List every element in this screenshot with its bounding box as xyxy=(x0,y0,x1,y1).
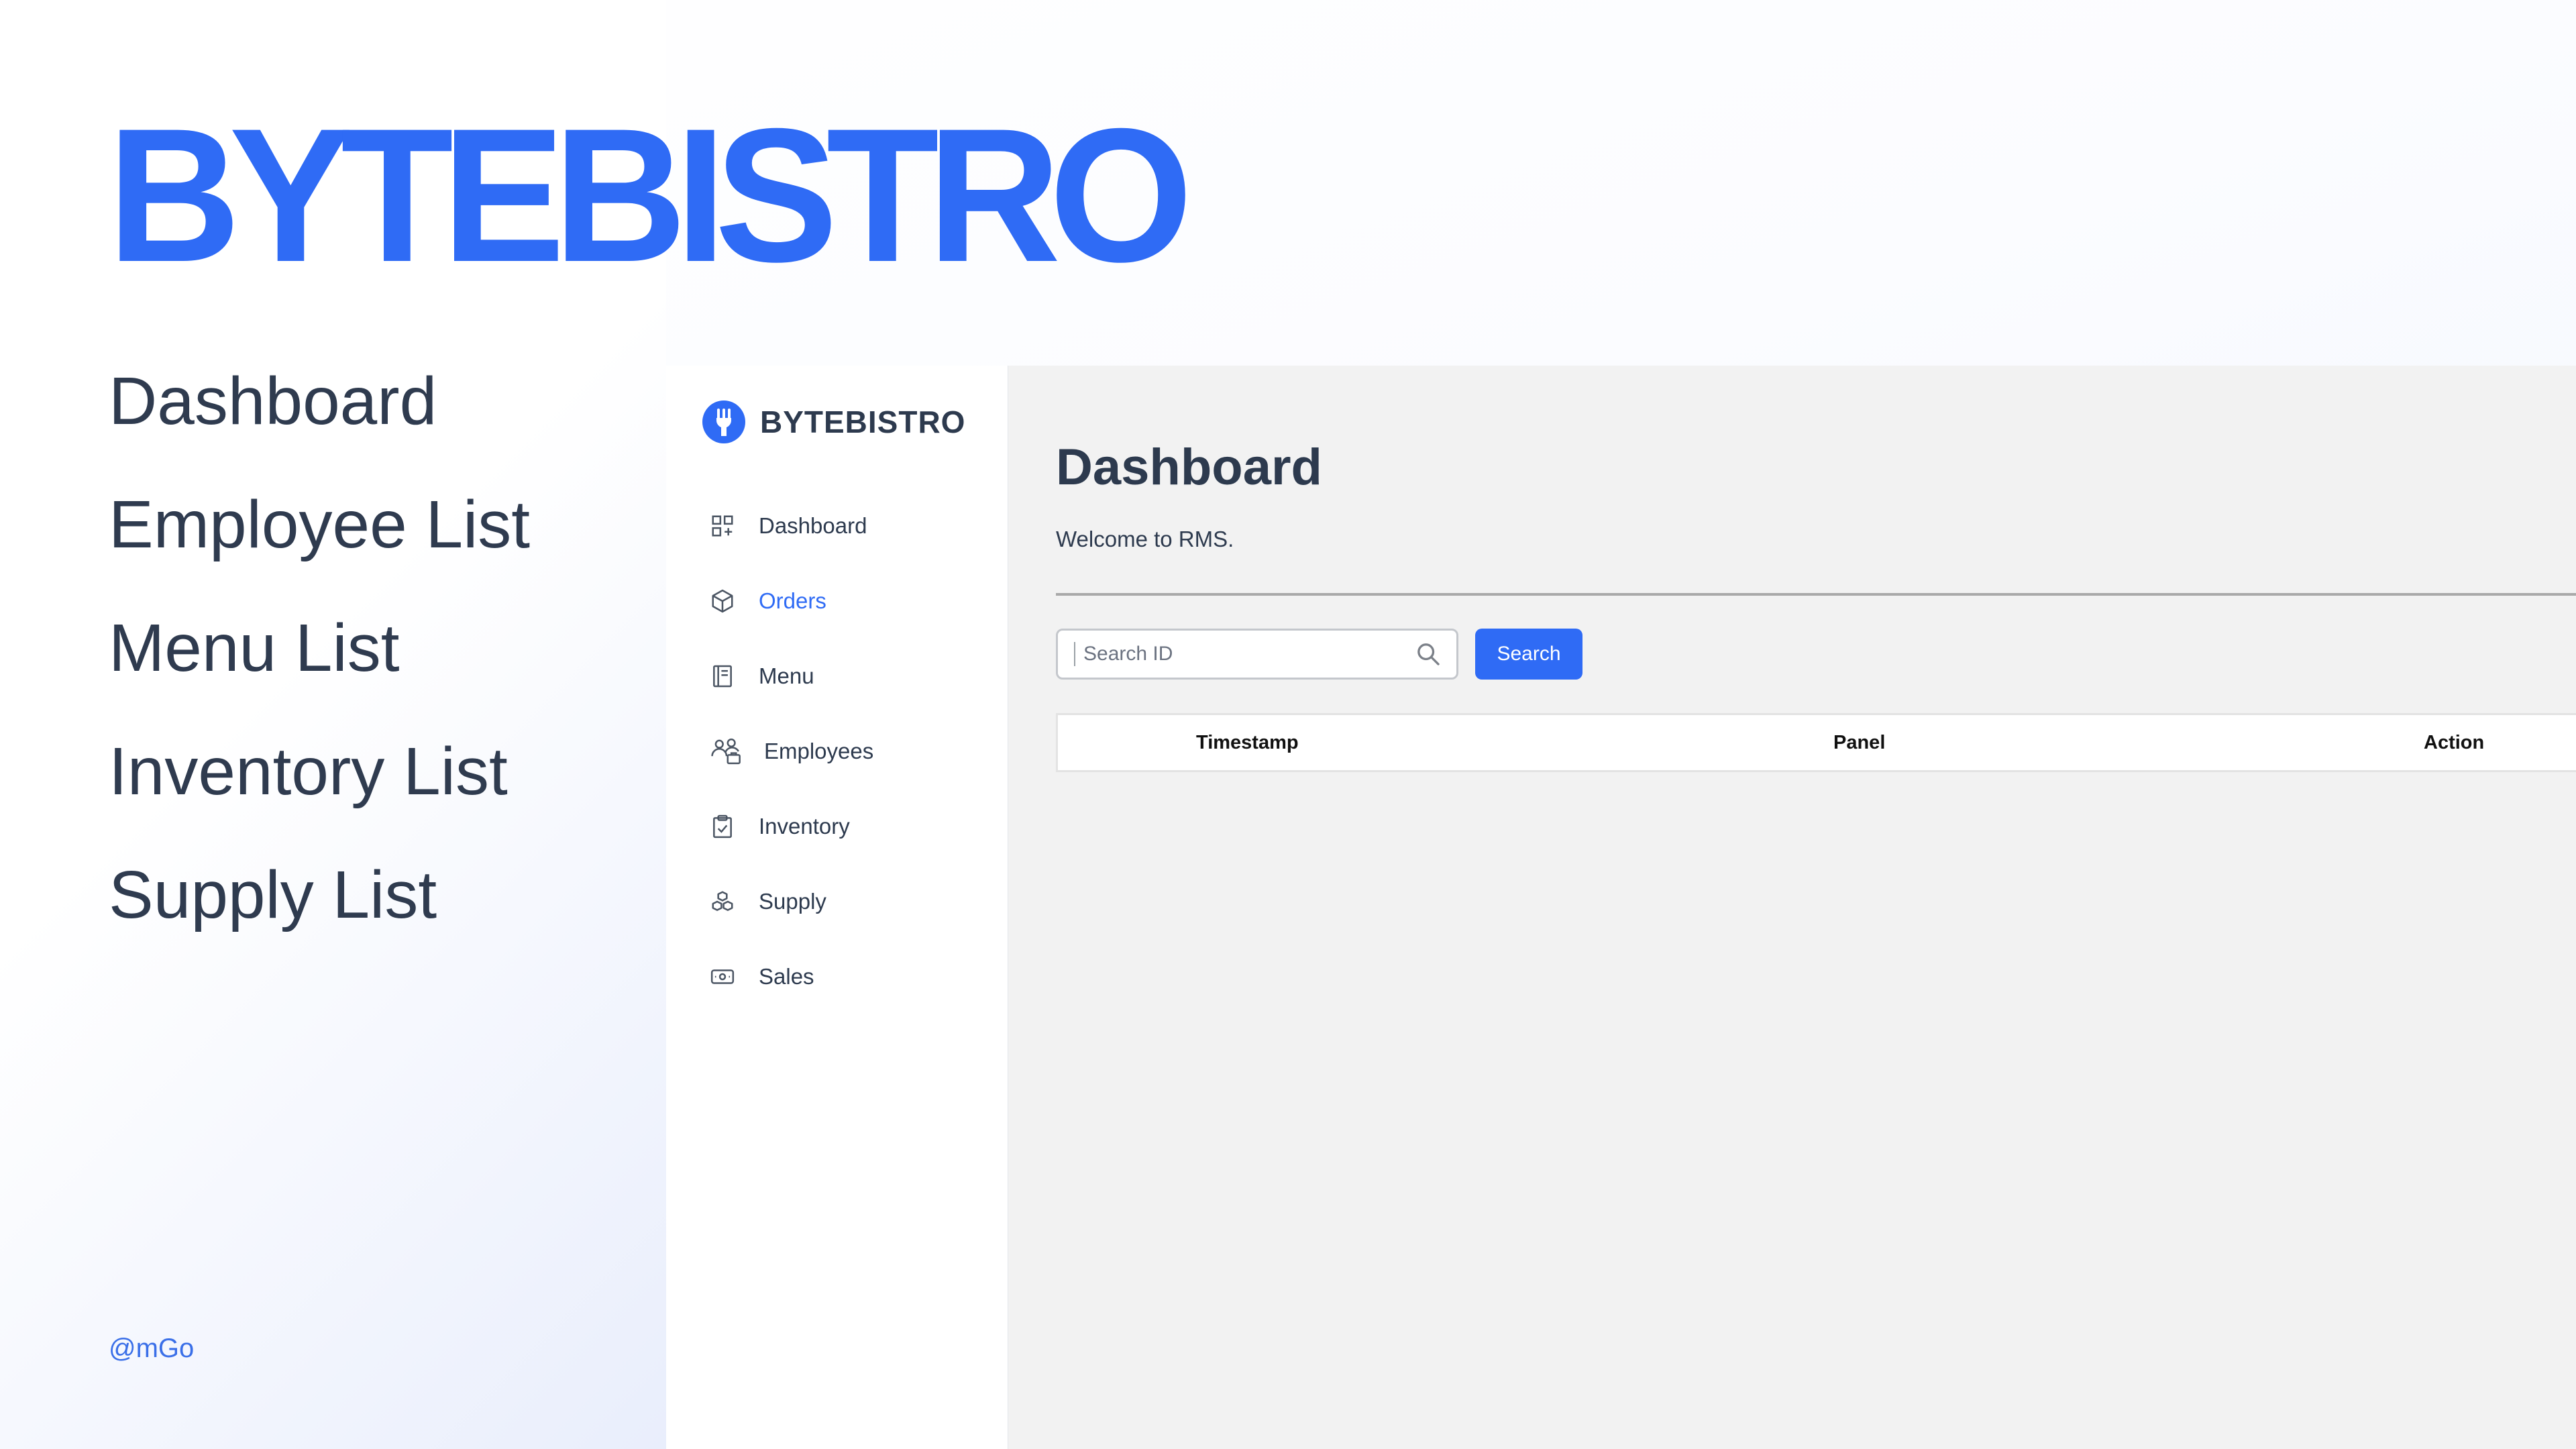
box-icon xyxy=(709,588,736,614)
feature-item-inventory-list: Inventory List xyxy=(109,734,508,809)
sidebar-item-label: Supply xyxy=(759,889,826,914)
search-input[interactable] xyxy=(1083,643,1415,665)
column-header-panel[interactable]: Panel xyxy=(1833,732,1885,754)
fork-logo-icon xyxy=(702,400,745,443)
sidebar-item-employees[interactable]: Employees xyxy=(709,714,873,789)
hero-brand-title: BYTEBISTRO xyxy=(107,89,1193,302)
sidebar-nav: Dashboard Orders Menu Employees Inventor… xyxy=(709,488,873,1014)
app-logo[interactable]: BYTEBISTRO xyxy=(702,400,965,443)
welcome-text: Welcome to RMS. xyxy=(1056,527,1234,551)
table-header: Timestamp Panel Action xyxy=(1056,713,2576,772)
divider xyxy=(1056,593,2576,596)
feature-item-employee-list: Employee List xyxy=(109,487,531,562)
cash-icon xyxy=(709,963,736,990)
feature-item-dashboard: Dashboard xyxy=(109,364,437,439)
sidebar-item-label: Dashboard xyxy=(759,513,867,538)
clipboard-check-icon xyxy=(709,813,736,840)
sidebar-item-label: Employees xyxy=(764,739,874,763)
feature-list: Dashboard Employee List Menu List Invent… xyxy=(109,368,530,985)
sidebar-item-inventory[interactable]: Inventory xyxy=(709,789,873,864)
feature-item-menu-list: Menu List xyxy=(109,610,400,686)
sidebar-item-dashboard[interactable]: Dashboard xyxy=(709,488,873,564)
sidebar-item-label: Inventory xyxy=(759,814,850,839)
sidebar-item-menu[interactable]: Menu xyxy=(709,639,873,714)
search-button[interactable]: Search xyxy=(1475,629,1582,680)
app-window: BYTEBISTRO Dashboard Orders Menu Employe… xyxy=(666,366,2576,1449)
search-icon[interactable] xyxy=(1415,641,1442,667)
sidebar: BYTEBISTRO Dashboard Orders Menu Employe… xyxy=(666,366,1008,1449)
text-caret xyxy=(1074,642,1075,666)
sidebar-item-label: Orders xyxy=(759,588,826,613)
book-icon xyxy=(709,663,736,690)
column-header-timestamp[interactable]: Timestamp xyxy=(1196,732,1299,754)
author-handle: @mGo xyxy=(109,1334,195,1363)
search-box[interactable] xyxy=(1056,629,1458,680)
boxes-icon xyxy=(709,888,736,915)
app-logo-text: BYTEBISTRO xyxy=(760,405,966,439)
page-title: Dashboard xyxy=(1056,439,1322,496)
column-header-action[interactable]: Action xyxy=(2424,732,2484,754)
main-content: Dashboard Welcome to RMS. Search Timesta… xyxy=(1008,366,2576,1449)
people-icon xyxy=(709,738,744,765)
sidebar-item-label: Sales xyxy=(759,964,814,989)
sidebar-item-sales[interactable]: Sales xyxy=(709,939,873,1014)
sidebar-item-orders[interactable]: Orders xyxy=(709,564,873,639)
dashboard-grid-icon xyxy=(709,513,736,539)
feature-item-supply-list: Supply List xyxy=(109,857,437,932)
sidebar-item-label: Menu xyxy=(759,663,814,688)
sidebar-item-supply[interactable]: Supply xyxy=(709,864,873,939)
